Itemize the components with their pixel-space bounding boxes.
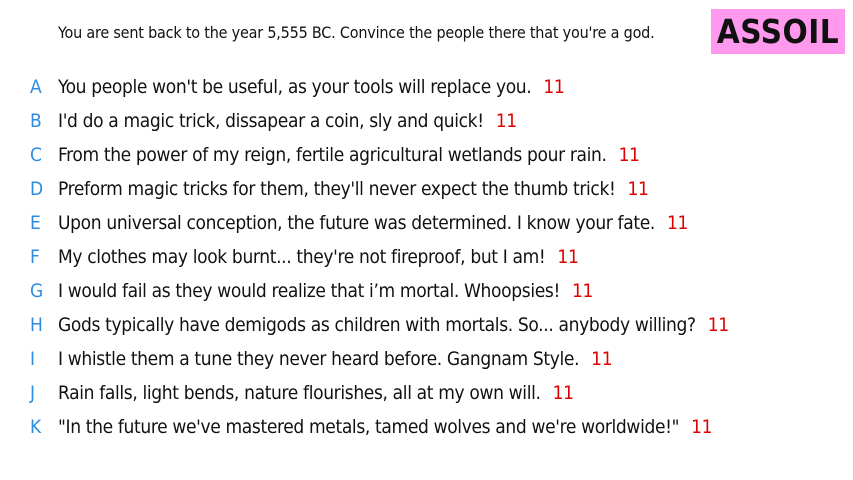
answer-score: 11 — [557, 246, 579, 268]
answer-text-container: I whistle them a tune they never heard b… — [58, 348, 613, 370]
answer-text-container: I'd do a magic trick, dissapear a coin, … — [58, 110, 517, 132]
answer-text: I'd do a magic trick, dissapear a coin, … — [58, 110, 484, 132]
answer-letter: C — [30, 144, 42, 166]
answer-score: 11 — [571, 280, 593, 302]
answer-text: Gods typically have demigods as children… — [58, 314, 696, 336]
answer-text: I would fail as they would realize that … — [58, 280, 560, 302]
answer-score: 11 — [543, 76, 565, 98]
answer-text: You people won't be useful, as your tool… — [58, 76, 532, 98]
answer-score: 11 — [495, 110, 517, 132]
answer-letter: F — [30, 246, 40, 268]
answer-text: I whistle them a tune they never heard b… — [58, 348, 580, 370]
answer-letter: I — [30, 348, 36, 370]
answer-text: From the power of my reign, fertile agri… — [58, 144, 607, 166]
answer-text: "In the future we've mastered metals, ta… — [58, 416, 680, 438]
answer-letter: B — [30, 110, 42, 132]
answer-letter: H — [30, 314, 43, 336]
answer-text-container: You people won't be useful, as your tool… — [58, 76, 565, 98]
answer-text-container: Gods typically have demigods as children… — [58, 314, 729, 336]
answer-score: 11 — [666, 212, 688, 234]
answer-text-container: Rain falls, light bends, nature flourish… — [58, 382, 574, 404]
answer-score: 11 — [627, 178, 649, 200]
answer-text: Preform magic tricks for them, they'll n… — [58, 178, 616, 200]
answer-letter: E — [30, 212, 41, 234]
answer-letter: A — [30, 76, 42, 98]
answer-text-container: My clothes may look burnt... they're not… — [58, 246, 579, 268]
answer-text: Rain falls, light bends, nature flourish… — [58, 382, 541, 404]
question-prompt: You are sent back to the year 5,555 BC. … — [58, 23, 655, 42]
answer-text-container: From the power of my reign, fertile agri… — [58, 144, 640, 166]
answer-score: 11 — [591, 348, 613, 370]
answer-score: 11 — [707, 314, 729, 336]
answer-score: 11 — [552, 382, 574, 404]
player-name-badge: ASSOIL — [711, 9, 845, 54]
answer-text-container: "In the future we've mastered metals, ta… — [58, 416, 713, 438]
answer-score: 11 — [691, 416, 713, 438]
answer-text: My clothes may look burnt... they're not… — [58, 246, 546, 268]
answer-text: Upon universal conception, the future wa… — [58, 212, 655, 234]
answer-letter: K — [30, 416, 42, 438]
answer-letter: G — [30, 280, 44, 302]
answer-text-container: I would fail as they would realize that … — [58, 280, 593, 302]
answer-letter: J — [30, 382, 36, 404]
answer-text-container: Upon universal conception, the future wa… — [58, 212, 688, 234]
answer-text-container: Preform magic tricks for them, they'll n… — [58, 178, 649, 200]
answer-score: 11 — [618, 144, 640, 166]
answer-letter: D — [30, 178, 44, 200]
